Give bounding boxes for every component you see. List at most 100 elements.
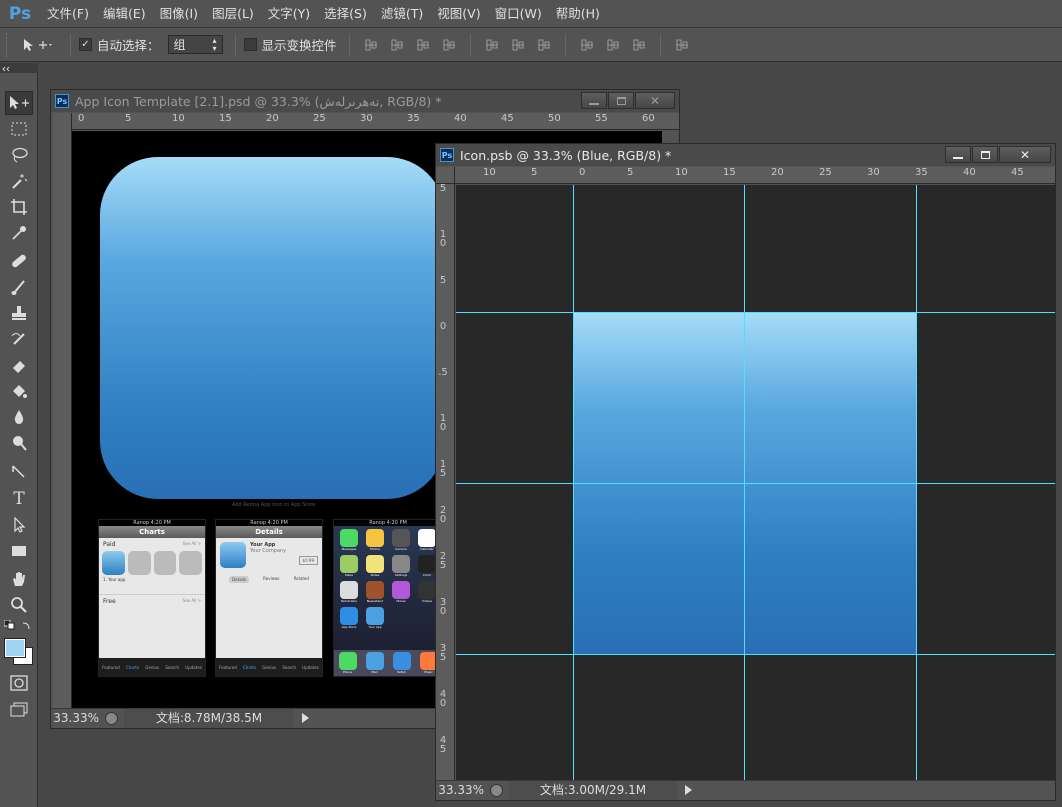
ruler-tick-label: 55 <box>595 113 608 124</box>
menu-window[interactable]: 窗口(W) <box>488 0 549 28</box>
document-titlebar[interactable]: Ps Icon.psb @ 33.3% (Blue, RGB/8) * ✕ <box>436 144 1055 166</box>
document-titlebar[interactable]: Ps App Icon Template [2.1].psd @ 33.3% (… <box>51 90 679 112</box>
document-canvas[interactable] <box>456 185 1055 781</box>
menu-select[interactable]: 选择(S) <box>317 0 374 28</box>
ruler-tick-label: 50 <box>548 113 561 124</box>
menu-layer[interactable]: 图层(L) <box>205 0 261 28</box>
menu-type[interactable]: 文字(Y) <box>261 0 317 28</box>
path-selection-tool[interactable] <box>5 513 33 537</box>
align-button-icon[interactable] <box>579 37 595 53</box>
document-size: 文档:8.78M/38.5M <box>124 708 294 728</box>
align-button-icon[interactable] <box>389 37 405 53</box>
menu-edit[interactable]: 编辑(E) <box>96 0 153 28</box>
show-transform-checkbox[interactable] <box>243 38 257 51</box>
horizontal-ruler[interactable]: 10 5 0 5 10 15 20 25 30 35 40 45 <box>455 167 1055 184</box>
healing-brush-tool[interactable] <box>5 249 33 273</box>
magic-wand-tool[interactable] <box>5 169 33 193</box>
align-button-icon[interactable] <box>441 37 457 53</box>
blur-tool-icon <box>14 410 24 424</box>
eyedropper-tool[interactable] <box>5 221 33 245</box>
minimize-icon <box>589 102 599 105</box>
maximize-icon <box>980 150 990 159</box>
guide-horizontal[interactable] <box>456 654 1055 655</box>
crop-tool[interactable] <box>5 195 33 219</box>
status-menu-arrow-icon[interactable] <box>302 713 309 723</box>
foreground-color-swatch[interactable] <box>4 638 26 658</box>
close-button[interactable]: ✕ <box>999 146 1051 163</box>
marquee-tool[interactable] <box>5 117 33 141</box>
caption-text: Add Retina App Icon to App Store <box>232 502 316 508</box>
align-button-icon[interactable] <box>363 37 379 53</box>
zoom-level[interactable]: 33.33% <box>51 711 99 725</box>
separator <box>234 33 236 56</box>
move-tool-icon <box>24 38 52 51</box>
show-transform-label: 显示变换控件 <box>261 38 337 53</box>
ruler-tick-label: 0 <box>579 167 586 178</box>
document-size: 文档:3.00M/29.1M <box>509 780 677 800</box>
menu-image[interactable]: 图像(I) <box>153 0 205 28</box>
brush-tool[interactable] <box>5 275 33 299</box>
eraser-tool[interactable] <box>5 353 33 377</box>
tool-preset-picker[interactable] <box>22 37 62 53</box>
swap-colors-icon[interactable] <box>22 619 32 633</box>
separator <box>564 33 566 56</box>
ruler-tick-label: 10 <box>483 167 496 178</box>
align-button-icon[interactable] <box>536 37 552 53</box>
app-thumbnail <box>102 551 125 575</box>
auto-select-dropdown[interactable]: 组 ▴ ▾ <box>167 35 223 54</box>
align-button-icon[interactable] <box>674 37 690 53</box>
zoom-level[interactable]: 33.33% <box>436 783 484 797</box>
align-button-icon[interactable] <box>484 37 500 53</box>
vertical-ruler[interactable]: 5 1 0 5 0 .5 1 0 1 5 2 0 2 5 3 0 3 5 4 0 4 5 <box>436 184 455 781</box>
menu-view[interactable]: 视图(V) <box>430 0 487 28</box>
screen-mode-button[interactable] <box>5 697 33 721</box>
ruler-origin[interactable] <box>436 167 455 184</box>
home-app-icon: Reminders <box>338 581 360 603</box>
move-tool[interactable] <box>5 91 33 115</box>
rectangle-tool[interactable] <box>5 539 33 563</box>
align-button-icon[interactable] <box>510 37 526 53</box>
menu-file[interactable]: 文件(F) <box>40 0 96 28</box>
zoom-tool-icon <box>11 597 27 613</box>
home-dock: Phone Mail Safari Music <box>334 650 442 676</box>
auto-select-checkbox[interactable]: ✓ <box>79 38 92 51</box>
type-tool[interactable]: T <box>5 487 33 511</box>
menu-filter[interactable]: 滤镜(T) <box>374 0 430 28</box>
quick-mask-button[interactable] <box>5 671 33 695</box>
guide-horizontal[interactable] <box>456 483 1055 484</box>
separator <box>469 33 471 56</box>
maximize-button[interactable] <box>972 146 998 163</box>
align-button-icon[interactable] <box>605 37 621 53</box>
guide-horizontal[interactable] <box>456 312 1055 313</box>
minimize-button[interactable] <box>581 92 607 109</box>
paint-bucket-tool[interactable] <box>5 379 33 403</box>
lasso-tool[interactable] <box>5 143 33 167</box>
vertical-ruler[interactable] <box>53 113 72 708</box>
status-menu-arrow-icon[interactable] <box>685 785 692 795</box>
window-controls: ✕ <box>580 92 675 109</box>
close-button[interactable]: ✕ <box>635 92 675 109</box>
ruler-tick-label: 3 5 <box>439 643 447 663</box>
ruler-tick-label: 40 <box>963 167 976 178</box>
blur-tool[interactable] <box>5 405 33 429</box>
status-info-icon[interactable] <box>105 711 118 725</box>
align-button-icon[interactable] <box>631 37 647 53</box>
menu-help[interactable]: 帮助(H) <box>549 0 607 28</box>
minimize-button[interactable] <box>945 146 971 163</box>
clone-stamp-tool[interactable] <box>5 301 33 325</box>
dodge-tool[interactable] <box>5 431 33 455</box>
maximize-button[interactable] <box>608 92 634 109</box>
zoom-tool[interactable] <box>5 593 33 617</box>
hand-tool[interactable] <box>5 567 33 591</box>
horizontal-ruler[interactable]: 0 5 10 15 20 25 30 35 40 45 50 55 60 <box>72 113 679 130</box>
home-app-icon: Notes <box>364 555 386 577</box>
clone-stamp-tool-icon <box>12 306 26 320</box>
document-window-icon-psb[interactable]: Ps Icon.psb @ 33.3% (Blue, RGB/8) * ✕ 10… <box>435 143 1056 801</box>
history-brush-tool[interactable] <box>5 327 33 351</box>
default-colors-icon[interactable] <box>3 619 16 633</box>
options-bar-grip[interactable] <box>6 32 12 57</box>
pen-tool[interactable] <box>5 461 33 485</box>
home-app-icon: Settings <box>390 555 412 577</box>
align-button-icon[interactable] <box>415 37 431 53</box>
status-info-icon[interactable] <box>490 783 503 797</box>
